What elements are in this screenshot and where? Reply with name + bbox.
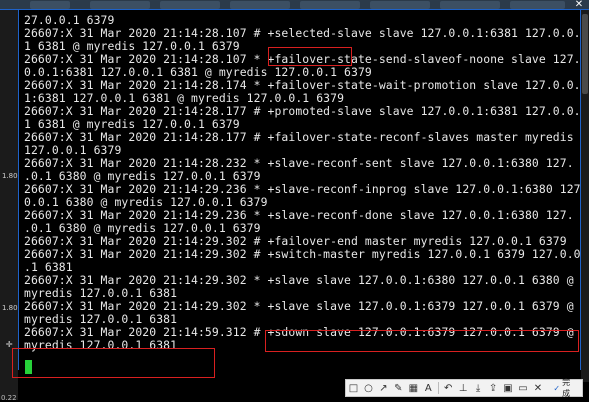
terminal-line: 26607:X 31 Mar 2020 21:14:29.302 # +swit… <box>24 247 580 261</box>
screen-icon[interactable]: ▭ <box>515 380 530 396</box>
arrow-icon[interactable]: ↗ <box>376 380 391 396</box>
window-tab[interactable] <box>160 1 220 9</box>
window-tab[interactable] <box>370 1 430 9</box>
scrollbar-thumb[interactable] <box>582 14 588 94</box>
text-icon[interactable]: A <box>421 380 436 396</box>
done-button[interactable]: ✓ 完成 <box>549 378 582 398</box>
terminal-output[interactable]: 27.0.0.1 6379 26607:X 31 Mar 2020 21:14:… <box>24 12 580 382</box>
left-gutter: 1.80 1.80 ✛ 0.22 <box>0 10 18 402</box>
gutter-label: 1.80 <box>2 172 18 180</box>
pen-icon[interactable]: ✎ <box>391 380 406 396</box>
annotation-toolbar: □ ○ ↗ ✎ ▦ A ↶ ⊥ ⤓ ⇪ ▣ ▭ ✕ ✓ 完成 <box>345 378 583 398</box>
check-icon: ✓ <box>553 383 561 393</box>
toolbar-divider <box>437 382 439 394</box>
pin-icon[interactable]: ⊥ <box>456 380 471 396</box>
gutter-label: 1.80 <box>2 304 18 312</box>
selection-border-left <box>18 10 19 370</box>
highlight-box-prompt <box>12 348 215 378</box>
share-icon[interactable]: ⇪ <box>486 380 501 396</box>
highlight-box-sdown <box>265 330 579 352</box>
rectangle-icon[interactable]: □ <box>346 380 361 396</box>
window-tab[interactable] <box>230 1 290 9</box>
mosaic-icon[interactable]: ▦ <box>406 380 421 396</box>
selection-border-right <box>580 10 581 370</box>
save-icon[interactable]: ▣ <box>501 380 516 396</box>
selection-border-top <box>0 9 589 10</box>
window-tab[interactable] <box>510 1 565 9</box>
window-tab[interactable] <box>90 1 150 9</box>
download-icon[interactable]: ⤓ <box>471 380 486 396</box>
gutter-bottom-label: 0.22 <box>1 394 17 402</box>
highlight-box-failover <box>268 47 352 66</box>
window-tab[interactable] <box>300 1 360 9</box>
ellipse-icon[interactable]: ○ <box>361 380 376 396</box>
window-tab[interactable] <box>30 1 70 9</box>
undo-icon[interactable]: ↶ <box>441 380 456 396</box>
window-tab[interactable] <box>440 1 500 9</box>
close-icon[interactable]: ✕ <box>530 380 545 396</box>
done-label: 完成 <box>562 378 571 398</box>
